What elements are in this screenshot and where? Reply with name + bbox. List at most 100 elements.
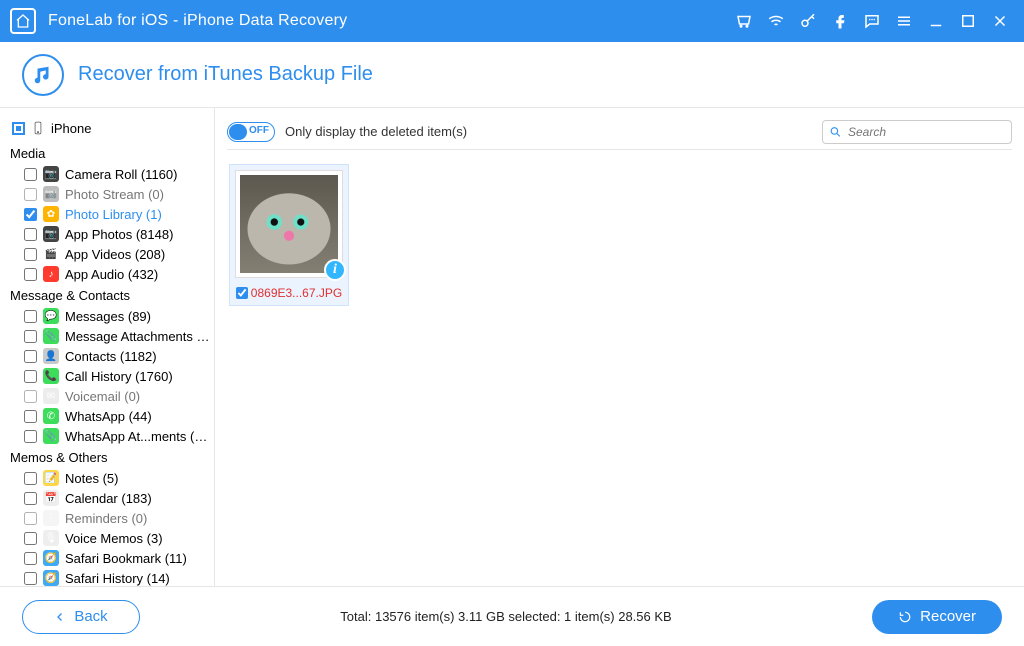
sidebar-item-label: App Videos (208)	[65, 247, 165, 262]
sidebar-item-checkbox[interactable]	[24, 268, 37, 281]
search-box[interactable]	[822, 120, 1012, 144]
sidebar-item-label: Call History (1760)	[65, 369, 173, 384]
thumbnail-checkbox[interactable]	[236, 287, 248, 299]
sidebar-item[interactable]: ♪App Audio (432)	[24, 264, 210, 284]
home-icon	[15, 13, 31, 29]
category-icon: 📷	[43, 226, 59, 242]
cart-icon[interactable]	[730, 7, 758, 35]
category-icon: 🎙	[43, 530, 59, 546]
thumbnail-grid: i 0869E3...67.JPG	[215, 150, 1024, 586]
sidebar-item-checkbox[interactable]	[24, 310, 37, 323]
sidebar-item-checkbox[interactable]	[24, 208, 37, 221]
footer-bar: Back Total: 13576 item(s) 3.11 GB select…	[0, 586, 1024, 646]
sidebar-item-checkbox[interactable]	[24, 552, 37, 565]
thumbnail-card[interactable]: i 0869E3...67.JPG	[229, 164, 349, 306]
category-icon: ✆	[43, 408, 59, 424]
sidebar-item-label: Camera Roll (1160)	[65, 167, 177, 182]
wifi-icon[interactable]	[762, 7, 790, 35]
key-icon[interactable]	[794, 7, 822, 35]
sidebar-item-checkbox[interactable]	[24, 492, 37, 505]
maximize-button[interactable]	[954, 7, 982, 35]
menu-icon[interactable]	[890, 7, 918, 35]
minimize-button[interactable]	[922, 7, 950, 35]
content-area: OFF Only display the deleted item(s) i 0…	[215, 108, 1024, 586]
sidebar-item[interactable]: 📷 Camera Roll (1160)	[24, 164, 210, 184]
sidebar-item[interactable]: 🧭 Safari History (14)	[24, 568, 210, 586]
sidebar-item[interactable]: 📝Notes (5)	[24, 468, 210, 488]
sidebar-item-checkbox[interactable]	[24, 572, 37, 585]
category-icon: 🧭	[43, 550, 59, 566]
sidebar-item[interactable]: 👤 Contacts (1182)	[24, 346, 210, 366]
search-icon	[829, 125, 842, 139]
sidebar-group-title: Message & Contacts	[10, 284, 210, 306]
sidebar-item-label: Contacts (1182)	[65, 349, 157, 364]
sidebar-item[interactable]: 🎙Voice Memos (3)	[24, 528, 210, 548]
thumbnail-image-wrap: i	[235, 170, 343, 278]
root-checkbox[interactable]	[12, 122, 25, 135]
sidebar-item[interactable]: 📎Message Attachments (6)	[24, 326, 210, 346]
sidebar-item-label: Photo Library (1)	[65, 207, 162, 222]
content-toolbar: OFF Only display the deleted item(s)	[227, 114, 1012, 150]
sidebar-item-checkbox[interactable]	[24, 330, 37, 343]
sidebar-item-checkbox[interactable]	[24, 532, 37, 545]
chevron-left-icon	[54, 611, 66, 623]
sidebar-item-checkbox[interactable]	[24, 188, 37, 201]
facebook-icon[interactable]	[826, 7, 854, 35]
sidebar-item-label: Messages (89)	[65, 309, 151, 324]
sidebar-group-title: Memos & Others	[10, 446, 210, 468]
sidebar: iPhone Media📷Camera Roll (1160)📷Photo St…	[0, 108, 215, 586]
category-icon: ✿	[43, 206, 59, 222]
category-icon: 📞	[43, 368, 59, 384]
home-button[interactable]	[10, 8, 36, 34]
category-icon: 📅	[43, 490, 59, 506]
back-button[interactable]: Back	[22, 600, 140, 634]
back-button-label: Back	[74, 608, 107, 625]
sidebar-item-checkbox[interactable]	[24, 248, 37, 261]
recover-button-label: Recover	[920, 608, 976, 625]
sidebar-item[interactable]: ✆WhatsApp (44)	[24, 406, 210, 426]
sidebar-item-checkbox[interactable]	[24, 430, 37, 443]
page-title: Recover from iTunes Backup File	[78, 63, 373, 86]
category-icon: 👤	[43, 348, 59, 364]
category-icon: 📎	[43, 328, 59, 344]
sidebar-item[interactable]: 📅Calendar (183)	[24, 488, 210, 508]
sidebar-item-checkbox[interactable]	[24, 390, 37, 403]
thumbnail-filename-row: 0869E3...67.JPG	[235, 286, 343, 300]
sidebar-item-checkbox[interactable]	[24, 370, 37, 383]
thumbnail-filename: 0869E3...67.JPG	[251, 286, 342, 300]
recover-button[interactable]: Recover	[872, 600, 1002, 634]
sidebar-item-checkbox[interactable]	[24, 472, 37, 485]
sidebar-root[interactable]: iPhone	[10, 118, 210, 142]
category-icon: 💬	[43, 308, 59, 324]
sidebar-item[interactable]: 🎬App Videos (208)	[24, 244, 210, 264]
music-note-icon	[32, 64, 54, 86]
sidebar-item-checkbox[interactable]	[24, 228, 37, 241]
category-icon: ✉	[43, 388, 59, 404]
deleted-only-toggle[interactable]: OFF	[227, 122, 275, 142]
sidebar-item[interactable]: 💬 Messages (89)	[24, 306, 210, 326]
close-button[interactable]	[986, 7, 1014, 35]
sidebar-item-checkbox[interactable]	[24, 350, 37, 363]
sidebar-root-label: iPhone	[51, 121, 91, 136]
feedback-icon[interactable]	[858, 7, 886, 35]
sidebar-item-checkbox[interactable]	[24, 410, 37, 423]
info-badge-icon[interactable]: i	[324, 259, 346, 281]
sidebar-item[interactable]: 📞 Call History (1760)	[24, 366, 210, 386]
sidebar-item-label: Reminders (0)	[65, 511, 147, 526]
sidebar-item[interactable]: 📷App Photos (8148)	[24, 224, 210, 244]
category-icon: 🧭	[43, 570, 59, 586]
thumbnail-image	[240, 175, 338, 273]
sidebar-item[interactable]: 📎WhatsApp At...ments (227)	[24, 426, 210, 446]
device-icon	[31, 120, 45, 136]
sidebar-item: ⋮ Reminders (0)	[24, 508, 210, 528]
sidebar-item-checkbox[interactable]	[24, 168, 37, 181]
category-icon: 📷	[43, 166, 59, 182]
category-icon: 📎	[43, 428, 59, 444]
sidebar-item-label: Safari History (14)	[65, 571, 170, 586]
sidebar-item-checkbox[interactable]	[24, 512, 37, 525]
search-input[interactable]	[848, 125, 1005, 139]
sidebar-item-label: Photo Stream (0)	[65, 187, 164, 202]
sidebar-item[interactable]: 🧭Safari Bookmark (11)	[24, 548, 210, 568]
sidebar-item[interactable]: ✿ Photo Library (1)	[24, 204, 210, 224]
category-icon: ⋮	[43, 510, 59, 526]
